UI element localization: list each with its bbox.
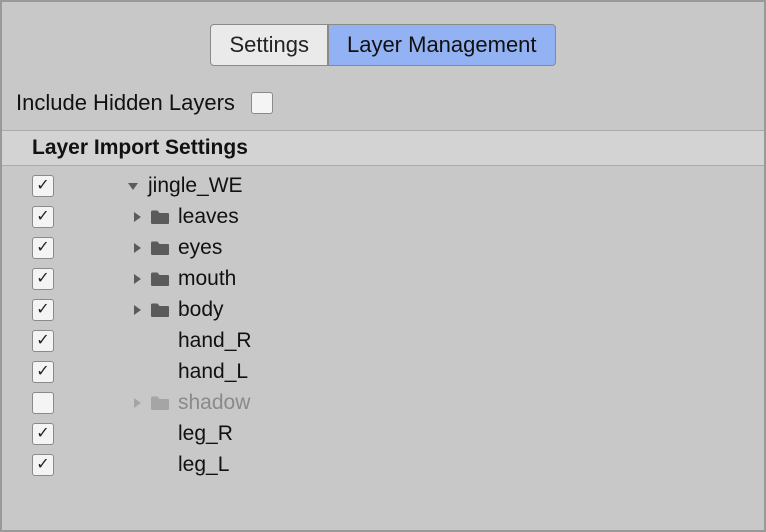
layer-visibility-checkbox[interactable] bbox=[32, 237, 54, 259]
layer-name-label: body bbox=[178, 298, 224, 322]
chevron-right-icon[interactable] bbox=[130, 242, 144, 254]
layer-visibility-checkbox[interactable] bbox=[32, 361, 54, 383]
layer-visibility-checkbox[interactable] bbox=[32, 330, 54, 352]
layer-name-label: eyes bbox=[178, 236, 222, 260]
tree-row[interactable]: hand_L bbox=[2, 356, 764, 387]
tree-row[interactable]: eyes bbox=[2, 232, 764, 263]
folder-icon bbox=[150, 209, 170, 225]
option-include-hidden-layers: Include Hidden Layers bbox=[14, 86, 752, 130]
layer-visibility-checkbox[interactable] bbox=[32, 454, 54, 476]
layer-name-label: shadow bbox=[178, 391, 250, 415]
tree-row[interactable]: leg_R bbox=[2, 418, 764, 449]
folder-icon bbox=[150, 240, 170, 256]
layer-name-label: leg_L bbox=[178, 453, 229, 477]
top-area: Settings Layer Management Include Hidden… bbox=[2, 2, 764, 130]
layer-name-label: mouth bbox=[178, 267, 236, 291]
layer-visibility-checkbox[interactable] bbox=[32, 392, 54, 414]
folder-icon bbox=[150, 395, 170, 411]
layer-visibility-checkbox[interactable] bbox=[32, 175, 54, 197]
tabbar: Settings Layer Management bbox=[14, 24, 752, 66]
layer-name-label: hand_L bbox=[178, 360, 248, 384]
layer-name-label: hand_R bbox=[178, 329, 252, 353]
tree-row[interactable]: jingle_WE bbox=[2, 170, 764, 201]
folder-icon bbox=[150, 302, 170, 318]
tree-row[interactable]: leg_L bbox=[2, 449, 764, 480]
layer-visibility-checkbox[interactable] bbox=[32, 206, 54, 228]
tab-layer-management[interactable]: Layer Management bbox=[328, 24, 556, 66]
include-hidden-layers-label: Include Hidden Layers bbox=[16, 90, 235, 116]
chevron-right-icon[interactable] bbox=[130, 273, 144, 285]
folder-icon bbox=[150, 271, 170, 287]
chevron-right-icon[interactable] bbox=[130, 397, 144, 409]
layer-name-label: jingle_WE bbox=[148, 174, 243, 198]
tree-row[interactable]: shadow bbox=[2, 387, 764, 418]
layer-tree: jingle_WEleaves eyes mouth body hand_R hand_L… bbox=[2, 166, 764, 480]
tree-row[interactable]: hand_R bbox=[2, 325, 764, 356]
section-header-layer-import-settings: Layer Import Settings bbox=[2, 130, 764, 166]
layer-name-label: leaves bbox=[178, 205, 239, 229]
chevron-right-icon[interactable] bbox=[130, 211, 144, 223]
chevron-right-icon[interactable] bbox=[130, 304, 144, 316]
include-hidden-layers-checkbox[interactable] bbox=[251, 92, 273, 114]
tree-row[interactable]: body bbox=[2, 294, 764, 325]
tree-row[interactable]: mouth bbox=[2, 263, 764, 294]
layer-visibility-checkbox[interactable] bbox=[32, 423, 54, 445]
importer-panel: Settings Layer Management Include Hidden… bbox=[0, 0, 766, 532]
tree-row[interactable]: leaves bbox=[2, 201, 764, 232]
layer-name-label: leg_R bbox=[178, 422, 233, 446]
layer-visibility-checkbox[interactable] bbox=[32, 268, 54, 290]
chevron-down-icon[interactable] bbox=[126, 180, 140, 192]
layer-visibility-checkbox[interactable] bbox=[32, 299, 54, 321]
tab-settings[interactable]: Settings bbox=[210, 24, 328, 66]
